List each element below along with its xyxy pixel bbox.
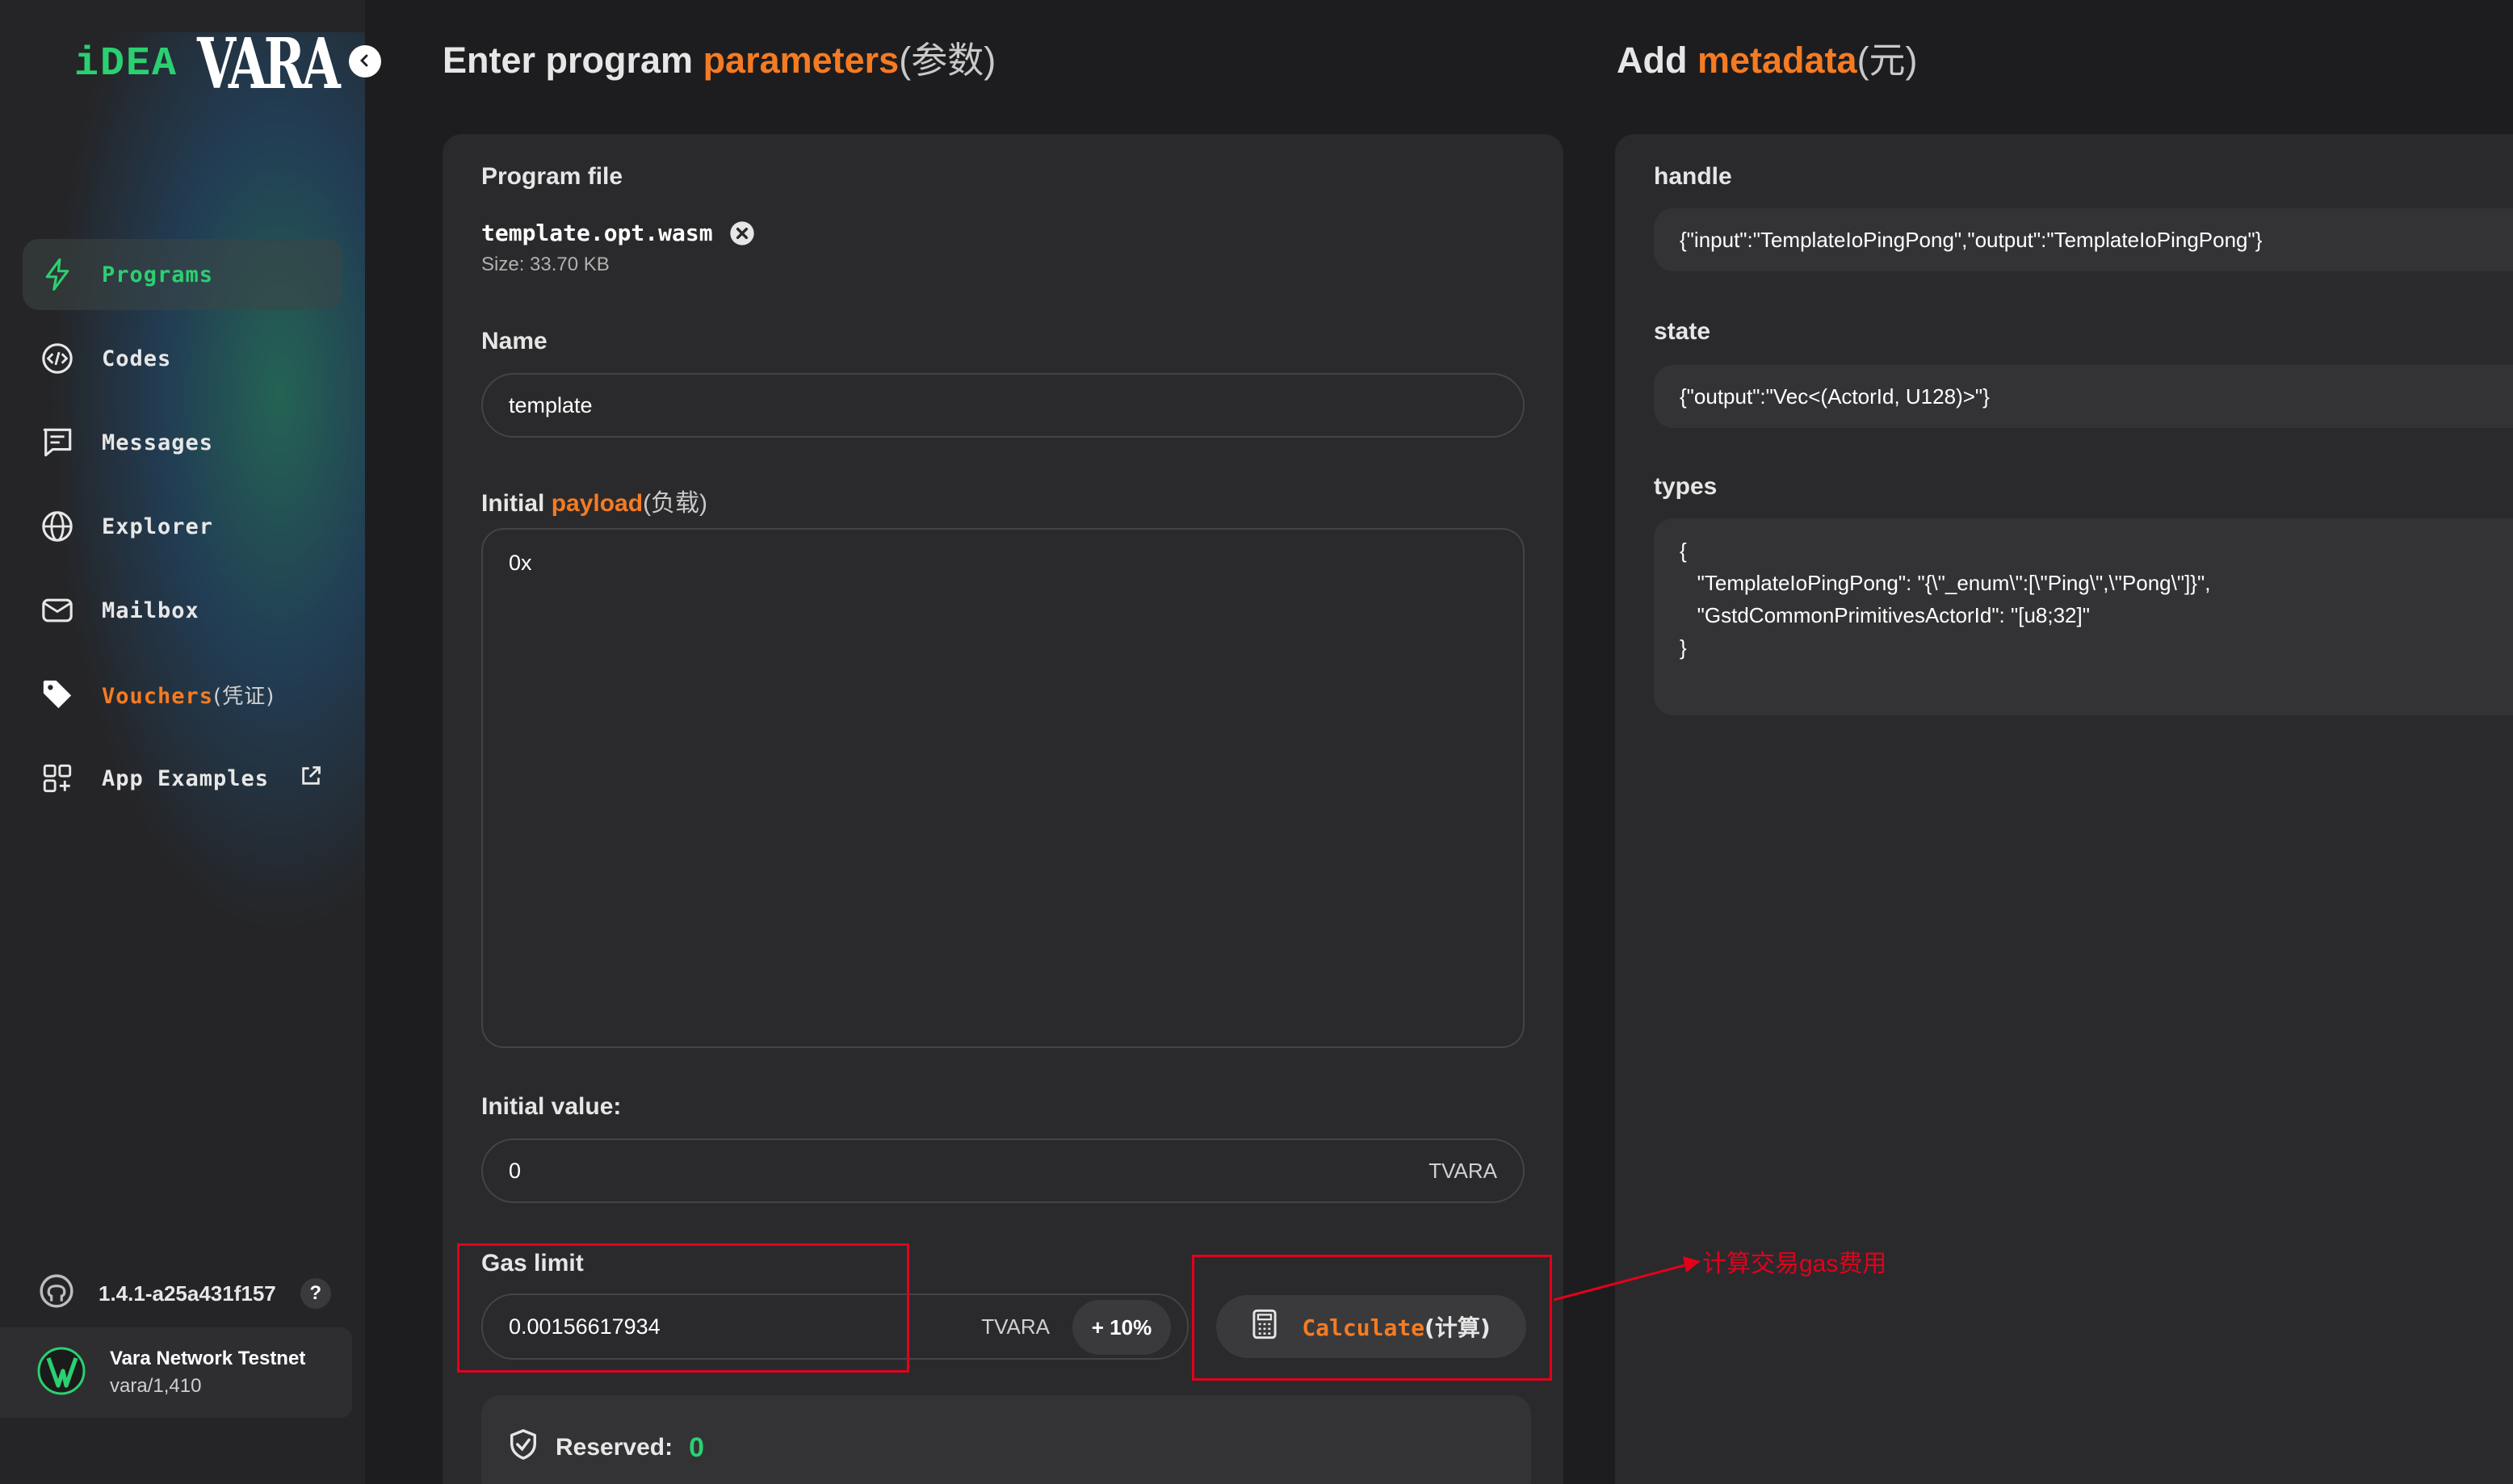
mail-icon <box>40 593 74 627</box>
grid-icon <box>40 761 74 795</box>
sidebar-item-label: Messages <box>102 430 214 455</box>
sidebar-item-messages[interactable]: Messages <box>23 407 342 478</box>
sidebar-item-vouchers[interactable]: Vouchers(凭证) <box>23 659 342 730</box>
external-link-icon <box>300 765 322 793</box>
sidebar-item-explorer[interactable]: Explorer <box>23 491 342 562</box>
params-title-pre: Enter program <box>443 40 703 81</box>
vouchers-label: Vouchers <box>102 683 214 709</box>
name-label: Name <box>481 328 547 354</box>
state-field: {"output":"Vec<(ActorId, U128)>"} <box>1654 365 2513 428</box>
help-icon[interactable]: ? <box>300 1278 331 1309</box>
page: iDEA VARA Programs Codes Messages Explor… <box>0 0 2513 1484</box>
sidebar-item-programs[interactable]: Programs <box>23 239 342 310</box>
sidebar-item-label: Mailbox <box>102 597 199 623</box>
network-sub: vara/1,410 <box>110 1375 202 1397</box>
params-title-cn: (参数) <box>899 40 996 81</box>
vara-network-icon <box>37 1347 86 1399</box>
name-input[interactable]: template <box>481 373 1525 438</box>
github-icon[interactable] <box>39 1273 74 1314</box>
sidebar: iDEA VARA Programs Codes Messages Explor… <box>0 0 365 1484</box>
program-file-label: Program file <box>481 163 623 190</box>
gas-limit-unit: TVARA <box>981 1314 1050 1339</box>
payload-label-pre: Initial <box>481 490 552 517</box>
shield-check-icon <box>507 1428 539 1467</box>
initial-value-input[interactable]: 0 TVARA <box>481 1138 1525 1203</box>
types-line: } <box>1680 635 1687 660</box>
state-label: state <box>1654 318 1711 345</box>
metadata-title: Add metadata(元) <box>1617 31 1918 83</box>
payload-label: Initial payload(负载) <box>481 483 707 518</box>
name-value: template <box>509 392 593 417</box>
reserved-label: Reserved: <box>556 1434 673 1461</box>
payload-label-cn: (负载) <box>643 490 708 517</box>
logo[interactable]: iDEA VARA <box>74 23 365 105</box>
message-icon <box>40 425 74 459</box>
file-name-text: template.opt.wasm <box>481 220 713 246</box>
types-line: "TemplateIoPingPong": "{\"_enum\":[\"Pin… <box>1680 571 2211 595</box>
reserved-value: 0 <box>689 1432 704 1463</box>
metadata-title-accent: metadata <box>1697 40 1857 81</box>
lightning-icon <box>40 258 74 291</box>
logo-idea: iDEA <box>74 40 178 87</box>
payload-value: 0x <box>509 551 532 575</box>
network-name: Vara Network Testnet <box>110 1348 306 1369</box>
handle-field: {"input":"TemplateIoPingPong","output":"… <box>1654 208 2513 271</box>
annotation-text: 计算交易gas费用 <box>1702 1251 1887 1277</box>
sidebar-item-label: Programs <box>102 262 214 287</box>
sidebar-nav: Programs Codes Messages Explorer Mailbox… <box>23 239 342 827</box>
types-line: { <box>1680 539 1687 563</box>
state-value: {"output":"Vec<(ActorId, U128)>"} <box>1680 384 1990 409</box>
metadata-title-pre: Add <box>1617 40 1697 81</box>
types-label: types <box>1654 473 1718 500</box>
handle-value: {"input":"TemplateIoPingPong","output":"… <box>1680 227 2263 252</box>
chevron-left-icon <box>357 48 373 74</box>
gas-limit-highlight <box>457 1243 909 1373</box>
globe-icon <box>40 509 74 543</box>
initial-value-label: Initial value: <box>481 1093 622 1120</box>
sidebar-item-label: Vouchers(凭证) <box>102 680 275 710</box>
params-title-accent: parameters <box>703 40 900 81</box>
code-icon <box>40 342 74 375</box>
network-selector[interactable]: Vara Network Testnet vara/1,410 <box>0 1327 352 1418</box>
calculate-highlight <box>1192 1255 1552 1381</box>
types-line: "GstdCommonPrimitivesActorId": "[u8;32]" <box>1680 603 2090 627</box>
file-size: Size: 33.70 KB <box>481 254 610 275</box>
collapse-sidebar-button[interactable] <box>349 45 381 78</box>
params-title: Enter program parameters(参数) <box>443 31 996 83</box>
version-label: 1.4.1-a25a431f157 <box>99 1281 276 1306</box>
metadata-title-cn: (元) <box>1856 40 1918 81</box>
initial-value-unit: TVARA <box>1429 1158 1497 1183</box>
sidebar-item-label: Explorer <box>102 514 214 539</box>
metadata-card: handle {"input":"TemplateIoPingPong","ou… <box>1615 134 2513 1484</box>
payload-textarea[interactable]: 0x <box>481 528 1525 1048</box>
remove-file-icon[interactable] <box>729 220 755 246</box>
annotation-arrow-icon <box>1553 1256 1701 1302</box>
tag-icon <box>40 677 74 711</box>
network-info: Vara Network Testnet vara/1,410 <box>110 1348 305 1398</box>
types-field: { "TemplateIoPingPong": "{\"_enum\":[\"P… <box>1654 518 2513 715</box>
sidebar-item-label: Codes <box>102 346 172 371</box>
vouchers-suffix: (凭证) <box>213 684 275 709</box>
sidebar-item-app-examples[interactable]: App Examples <box>23 743 342 814</box>
sidebar-item-mailbox[interactable]: Mailbox <box>23 575 342 646</box>
payload-label-accent: payload <box>551 490 644 517</box>
version-row: 1.4.1-a25a431f157 ? <box>39 1273 331 1314</box>
logo-vara: VARA <box>197 23 341 105</box>
handle-label: handle <box>1654 163 1732 190</box>
sidebar-item-label: App Examples <box>102 765 270 791</box>
gas-plus-10-button[interactable]: + 10% <box>1072 1300 1171 1355</box>
initial-value: 0 <box>509 1158 522 1183</box>
file-name: template.opt.wasm <box>481 220 755 246</box>
reserved-panel: Reserved: 0 <box>481 1395 1531 1484</box>
sidebar-item-codes[interactable]: Codes <box>23 323 342 394</box>
